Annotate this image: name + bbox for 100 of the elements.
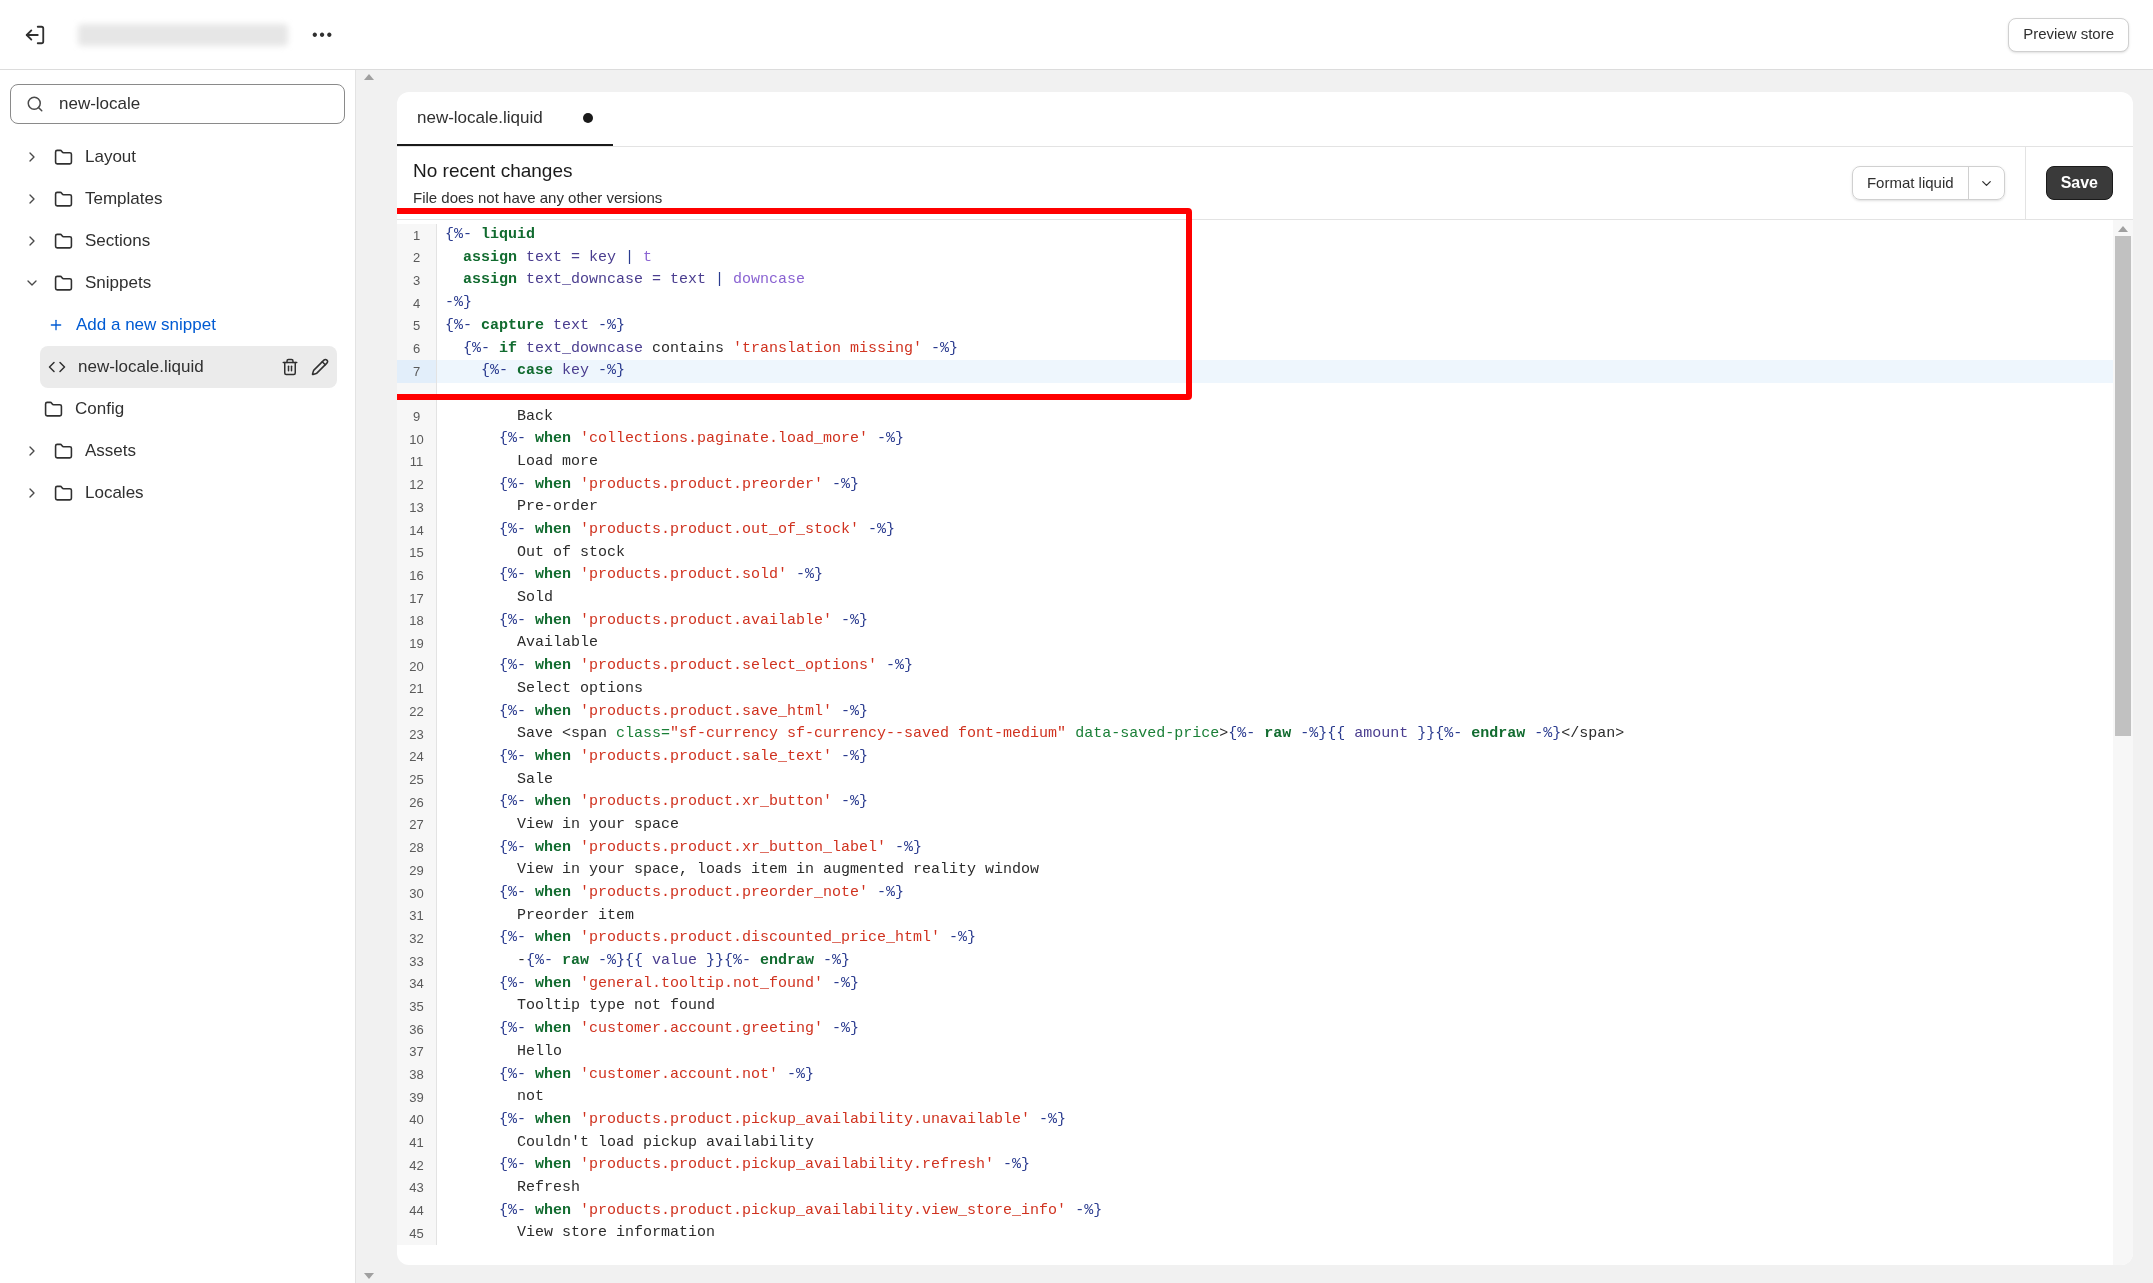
code-line: Sold — [516, 588, 554, 609]
code-line: {%- when 'collections.paginate.load_more' -%} — [498, 429, 905, 450]
line-number: 3 — [412, 271, 421, 290]
line-number: 44 — [409, 1202, 424, 1221]
folder-icon — [54, 231, 73, 251]
scrollbar[interactable] — [2113, 220, 2133, 1265]
code-line: Sale — [516, 769, 554, 790]
save-button[interactable]: Save — [2045, 166, 2113, 200]
line-number: 21 — [409, 680, 424, 699]
folder-item[interactable]: Assets — [50, 438, 141, 464]
folder-item[interactable]: Layout — [50, 144, 141, 170]
folder-item[interactable]: Locales — [50, 480, 148, 506]
code-line: {%- when 'products.product.out_of_stock' -%} — [498, 520, 896, 541]
code-line: View in your space, loads item in augmented reality window — [516, 860, 1040, 881]
code-line: {%- when 'products.product.preorder' -%} — [498, 474, 860, 495]
code-line: {%- when 'products.product.pickup_availability.unavailable' -%} — [498, 1109, 1067, 1130]
code-line: {%- when 'products.product.sale_text' -%} — [498, 746, 869, 767]
exit-icon[interactable] — [24, 23, 46, 46]
folder-icon — [44, 399, 63, 419]
line-number: 27 — [409, 816, 424, 835]
file-item[interactable]: new-locale.liquid — [40, 346, 337, 388]
folder-item[interactable]: Sections — [50, 228, 155, 254]
code-line: Refresh — [516, 1177, 581, 1198]
format-split-button[interactable]: Format liquid — [1851, 166, 2005, 200]
code-line: {%- when 'products.product.pickup_availability.refresh' -%} — [498, 1155, 1031, 1176]
search-icon — [26, 95, 44, 113]
code-line: {%- capture text -%} — [444, 315, 626, 336]
line-number: 31 — [409, 907, 424, 926]
code-line: Out of stock — [516, 542, 626, 563]
line-number: 7 — [412, 362, 421, 381]
code-line: Hello — [516, 1041, 563, 1062]
line-number: 40 — [409, 1111, 424, 1130]
delete-icon[interactable] — [281, 358, 299, 376]
line-number: 2 — [412, 249, 421, 268]
file-name: new-locale.liquid — [78, 356, 205, 379]
line-number: 39 — [409, 1088, 424, 1107]
line-number: 4 — [412, 294, 421, 313]
code-line: View store information — [516, 1223, 716, 1244]
line-number: 41 — [409, 1134, 424, 1153]
line-number: 38 — [409, 1066, 424, 1085]
line-number: 1 — [412, 226, 421, 245]
search-field[interactable]: new-locale — [10, 84, 345, 124]
file-tab[interactable]: new-locale.liquid — [397, 92, 613, 146]
line-number: 30 — [409, 884, 424, 903]
line-number: 25 — [409, 771, 424, 790]
folder-item[interactable]: Config — [40, 396, 129, 422]
line-number: 28 — [409, 839, 424, 858]
plus-icon — [48, 317, 64, 333]
folder-icon — [54, 147, 73, 167]
code-line: {%- when 'customer.account.not' -%} — [498, 1064, 815, 1085]
code-line: Tooltip type not found — [516, 996, 716, 1017]
code-line: Back — [516, 406, 554, 427]
line-number: 36 — [409, 1020, 424, 1039]
code-line: Available — [516, 633, 599, 654]
folder-icon — [54, 273, 73, 293]
folder-icon — [54, 189, 73, 209]
code-line: -{%- raw -%}{{ value }}{%- endraw -%} — [516, 951, 851, 972]
code-line: {%- when 'products.product.discounted_price_html' -%} — [498, 928, 977, 949]
code-line: {%- when 'general.tooltip.not_found' -%} — [498, 973, 860, 994]
line-number: 14 — [409, 521, 424, 540]
folder-icon — [54, 441, 73, 461]
line-number: 10 — [409, 430, 424, 449]
history-title: No recent changes — [413, 158, 574, 183]
line-number: 18 — [409, 612, 424, 631]
line-number: 29 — [409, 861, 424, 880]
code-line: {%- case key -%} — [480, 361, 626, 382]
line-number: 9 — [412, 408, 421, 427]
line-number: 24 — [409, 748, 424, 767]
line-number: 26 — [409, 793, 424, 812]
line-number: 6 — [412, 340, 421, 359]
code-line: Select options — [516, 678, 644, 699]
add-snippet-link[interactable]: Add a new snippet — [40, 312, 224, 338]
code-line: {%- when 'products.product.available' -%} — [498, 610, 869, 631]
line-number: 15 — [409, 544, 424, 563]
code-line: {%- when 'products.product.xr_button' -%} — [498, 792, 869, 813]
preview-store-button[interactable]: Preview store — [2008, 17, 2129, 52]
line-number: 12 — [409, 476, 424, 495]
code-line: Save <span class="sf-currency sf-currency--saved font-medium" data-saved-price>{%- raw -%}{{ amount }}{%- endraw -%}</span> — [516, 724, 1625, 745]
more-button[interactable]: ••• — [304, 22, 342, 47]
line-number: 45 — [409, 1224, 424, 1243]
history-subtitle: File does not have any other versions — [413, 188, 664, 208]
code-line: {%- when 'products.product.pickup_availability.view_store_info' -%} — [498, 1200, 1103, 1221]
scrollbar-thumb[interactable] — [2115, 236, 2131, 736]
line-number: 32 — [409, 929, 424, 948]
line-number: 17 — [409, 589, 424, 608]
format-liquid-label[interactable]: Format liquid — [1852, 167, 1969, 199]
folder-item[interactable]: Templates — [50, 186, 167, 212]
line-number: 13 — [409, 498, 424, 517]
code-line: {%- when 'products.product.xr_button_label' -%} — [498, 837, 923, 858]
line-number: 22 — [409, 703, 424, 722]
line-number: 5 — [412, 317, 421, 336]
code-line: {%- when 'products.product.save_html' -%} — [498, 701, 869, 722]
code-line: {%- when 'products.product.select_options' -%} — [498, 656, 914, 677]
line-number: 33 — [409, 952, 424, 971]
code-line: {%- when 'products.product.sold' -%} — [498, 565, 824, 586]
code-line: Preorder item — [516, 905, 635, 926]
edit-icon[interactable] — [311, 358, 329, 376]
folder-item[interactable]: Snippets — [50, 270, 156, 296]
line-number: 37 — [409, 1043, 424, 1062]
code-line: {%- when 'products.product.preorder_note' -%} — [498, 883, 905, 904]
